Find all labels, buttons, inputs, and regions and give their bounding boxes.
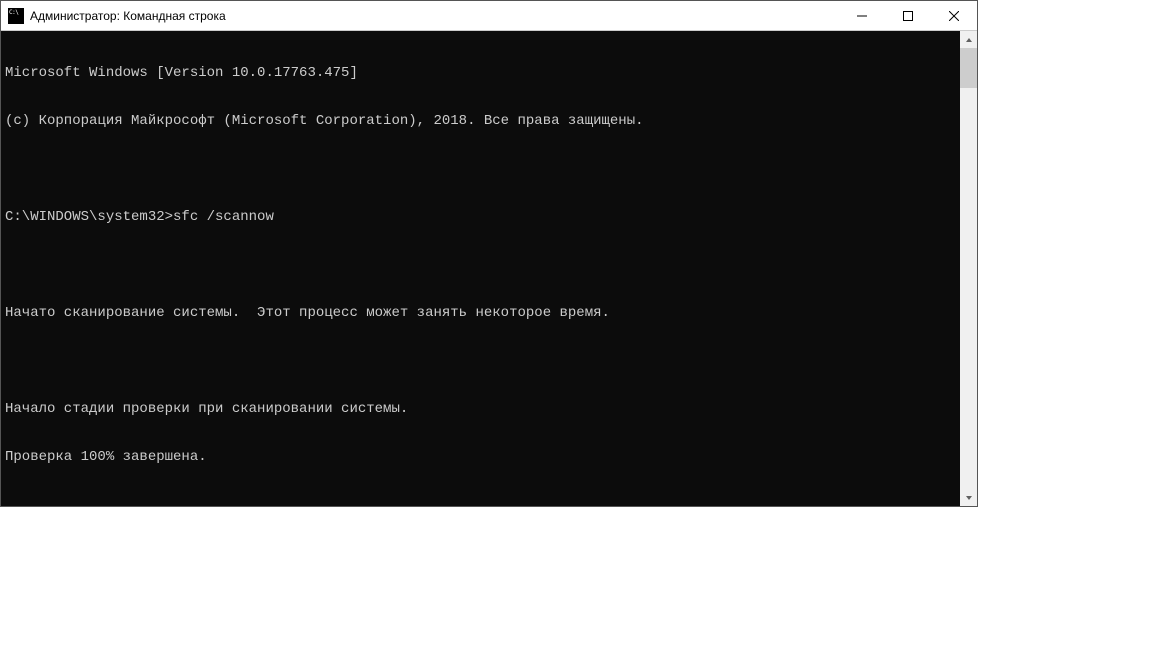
- minimize-button[interactable]: [839, 1, 885, 31]
- vertical-scrollbar[interactable]: [960, 31, 977, 506]
- chevron-down-icon: [965, 494, 973, 502]
- terminal-line: Начало стадии проверки при сканировании …: [5, 401, 956, 417]
- command-prompt-window: Администратор: Командная строка Microsof…: [0, 0, 978, 507]
- terminal-output[interactable]: Microsoft Windows [Version 10.0.17763.47…: [1, 31, 960, 506]
- terminal-line: [5, 257, 956, 273]
- close-icon: [949, 11, 959, 21]
- terminal-line: [5, 161, 956, 177]
- client-area: Microsoft Windows [Version 10.0.17763.47…: [1, 31, 977, 506]
- window-controls: [839, 1, 977, 30]
- scroll-up-button[interactable]: [960, 31, 977, 48]
- terminal-line: Microsoft Windows [Version 10.0.17763.47…: [5, 65, 956, 81]
- window-title: Администратор: Командная строка: [30, 1, 839, 31]
- maximize-icon: [903, 11, 913, 21]
- scrollbar-track[interactable]: [960, 48, 977, 489]
- terminal-line: [5, 353, 956, 369]
- minimize-icon: [857, 11, 867, 21]
- maximize-button[interactable]: [885, 1, 931, 31]
- scrollbar-thumb[interactable]: [960, 48, 977, 88]
- terminal-line: (с) Корпорация Майкрософт (Microsoft Cor…: [5, 113, 956, 129]
- cmd-icon: [8, 8, 24, 24]
- terminal-line: Проверка 100% завершена.: [5, 449, 956, 465]
- terminal-line: C:\WINDOWS\system32>sfc /scannow: [5, 209, 956, 225]
- titlebar[interactable]: Администратор: Командная строка: [1, 1, 977, 31]
- terminal-line: [5, 497, 956, 506]
- terminal-line: Начато сканирование системы. Этот процес…: [5, 305, 956, 321]
- chevron-up-icon: [965, 36, 973, 44]
- scroll-down-button[interactable]: [960, 489, 977, 506]
- close-button[interactable]: [931, 1, 977, 31]
